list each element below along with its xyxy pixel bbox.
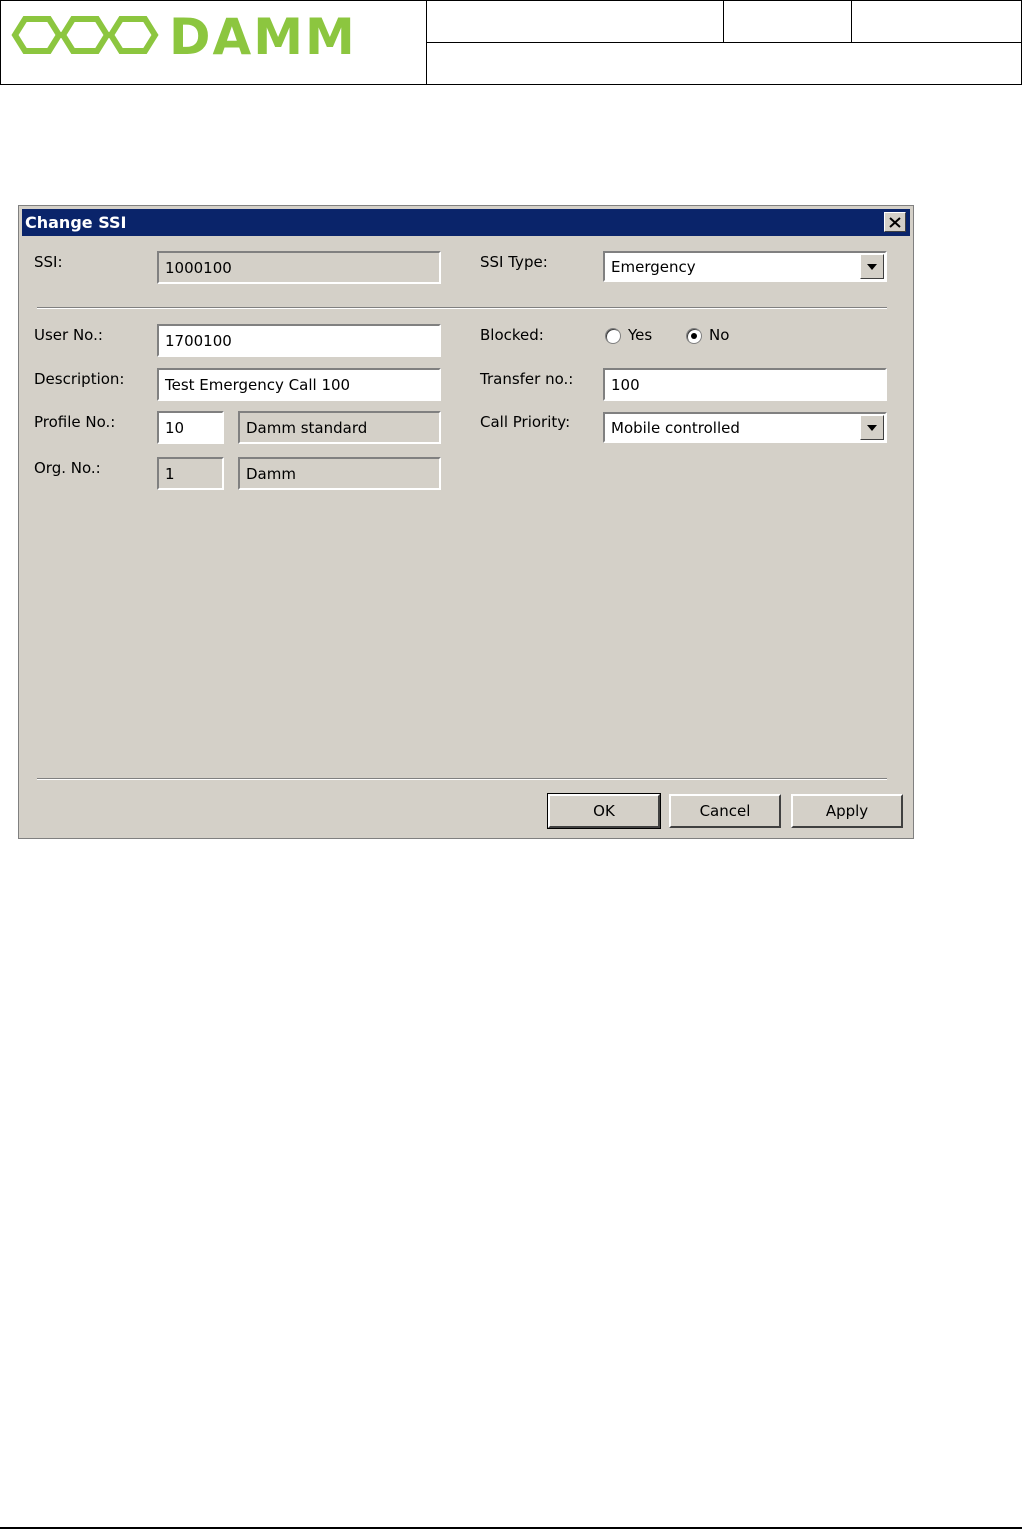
blocked-no-label[interactable]: No bbox=[709, 326, 729, 344]
description-label: Description: bbox=[34, 370, 125, 388]
apply-button[interactable]: Apply bbox=[791, 794, 903, 828]
ssi-label: SSI: bbox=[34, 253, 63, 271]
header-cell bbox=[851, 0, 1022, 43]
profile-name-field: Damm standard bbox=[238, 411, 441, 444]
change-ssi-dialog: Change SSI SSI: 1000100 SSI Type: Emerge… bbox=[18, 205, 914, 839]
page-footer-rule bbox=[0, 1527, 1022, 1529]
header-cell bbox=[426, 0, 724, 43]
ok-button[interactable]: OK bbox=[547, 793, 661, 829]
call-priority-value: Mobile controlled bbox=[611, 419, 740, 437]
close-icon bbox=[889, 216, 901, 228]
radio-selected-dot bbox=[691, 333, 697, 339]
transfer-no-input[interactable]: 100 bbox=[603, 368, 887, 401]
separator bbox=[37, 307, 887, 309]
blocked-no-radio[interactable] bbox=[686, 328, 702, 344]
profile-no-label: Profile No.: bbox=[34, 413, 116, 431]
org-name-field: Damm bbox=[238, 457, 441, 490]
dialog-titlebar: Change SSI bbox=[22, 209, 910, 236]
call-priority-select[interactable]: Mobile controlled bbox=[603, 412, 887, 443]
blocked-yes-label[interactable]: Yes bbox=[628, 326, 652, 344]
profile-no-input[interactable]: 10 bbox=[157, 411, 224, 444]
ssi-field: 1000100 bbox=[157, 251, 441, 284]
damm-logo: DAMM bbox=[11, 11, 357, 61]
document-header: DAMM bbox=[0, 0, 1022, 85]
ssi-type-label: SSI Type: bbox=[480, 253, 548, 271]
blocked-yes-radio[interactable] bbox=[605, 328, 621, 344]
cancel-button[interactable]: Cancel bbox=[669, 794, 781, 828]
org-no-label: Org. No.: bbox=[34, 459, 101, 477]
dialog-title: Change SSI bbox=[25, 213, 127, 232]
ssi-type-value: Emergency bbox=[611, 258, 696, 276]
header-cell bbox=[723, 0, 852, 43]
call-priority-dropdown-button[interactable] bbox=[860, 415, 884, 440]
svg-text:DAMM: DAMM bbox=[169, 11, 357, 61]
separator bbox=[37, 778, 887, 780]
ssi-type-select[interactable]: Emergency bbox=[603, 251, 887, 282]
chevron-down-icon bbox=[867, 424, 877, 431]
close-button[interactable] bbox=[884, 212, 906, 232]
chevron-down-icon bbox=[867, 263, 877, 270]
org-no-field: 1 bbox=[157, 457, 224, 490]
header-cell bbox=[426, 42, 1022, 85]
user-no-label: User No.: bbox=[34, 326, 103, 344]
description-input[interactable]: Test Emergency Call 100 bbox=[157, 368, 441, 401]
transfer-no-label: Transfer no.: bbox=[480, 370, 574, 388]
ssi-type-dropdown-button[interactable] bbox=[860, 254, 884, 279]
user-no-input[interactable]: 1700100 bbox=[157, 324, 441, 357]
blocked-label: Blocked: bbox=[480, 326, 544, 344]
call-priority-label: Call Priority: bbox=[480, 413, 571, 431]
logo-cell: DAMM bbox=[0, 0, 427, 85]
